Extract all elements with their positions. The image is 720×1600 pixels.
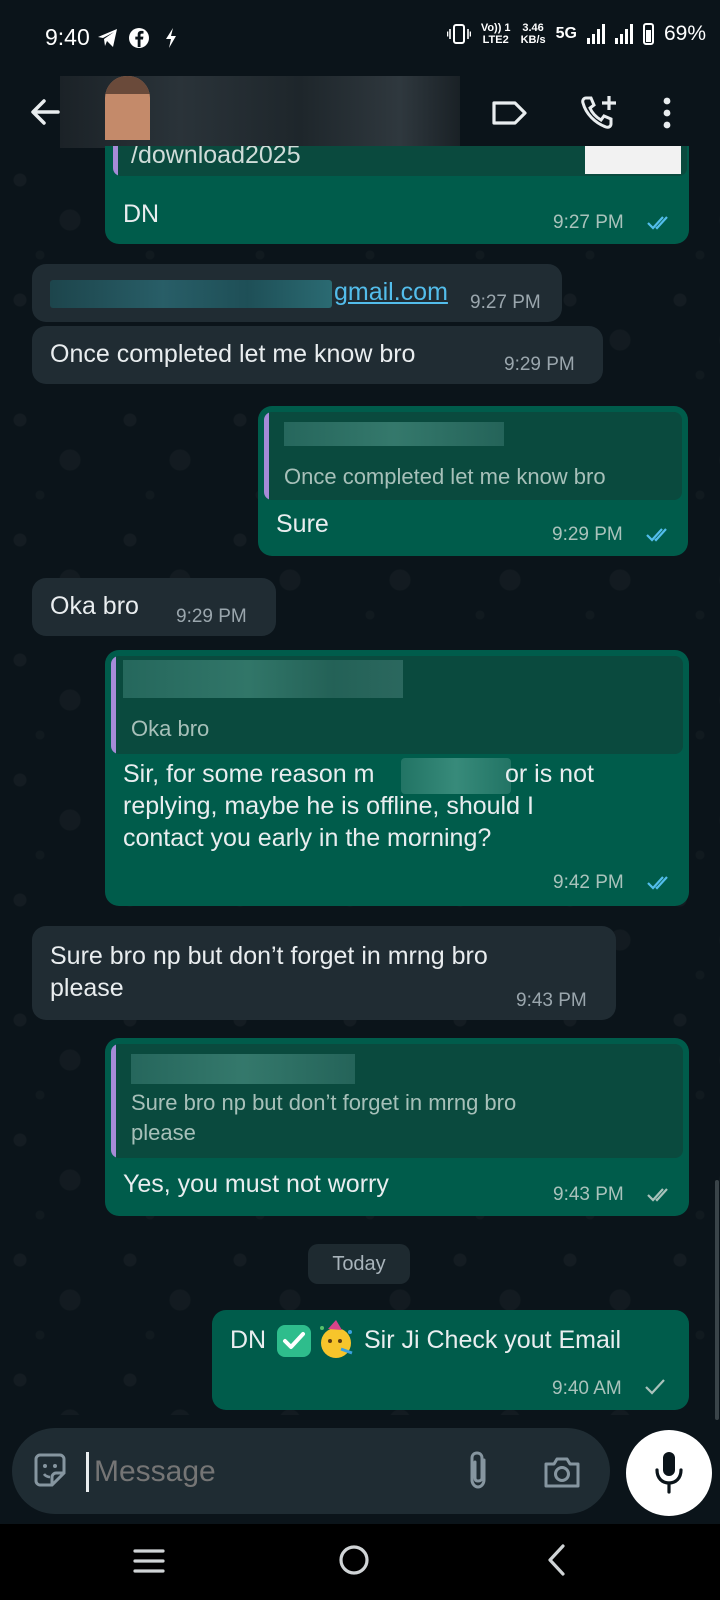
system-navigation-bar bbox=[0, 1524, 720, 1600]
message-text: Sir Ji Check yout Email bbox=[364, 1326, 622, 1354]
signal-2-icon bbox=[614, 24, 633, 44]
message-composer bbox=[12, 1428, 610, 1514]
message-bubble-outgoing[interactable]: Sure bro np but don’t forget in mrng bro… bbox=[105, 1038, 689, 1216]
text-cursor bbox=[86, 1452, 89, 1492]
network-type: 5G bbox=[555, 25, 577, 42]
message-bubble-incoming[interactable]: gmail.com 9:27 PM bbox=[32, 264, 562, 322]
message-text: DN bbox=[123, 200, 160, 228]
add-call-icon[interactable] bbox=[578, 92, 620, 134]
message-text-prefix: DN bbox=[230, 1326, 267, 1354]
facebook-icon bbox=[129, 28, 149, 48]
delivered-ticks-icon bbox=[647, 1188, 668, 1202]
status-bar: 9:40 Vo)) 1 LTE2 3.46 KB/s 5G 69% bbox=[0, 0, 720, 76]
read-ticks-icon bbox=[647, 876, 668, 890]
more-vertical-icon[interactable] bbox=[657, 92, 677, 134]
redacted-quote-sender bbox=[131, 1054, 355, 1084]
quoted-message: Oka bro bbox=[111, 656, 683, 754]
quoted-message: Sure bro np but don’t forget in mrng bro… bbox=[111, 1044, 683, 1158]
network-speed: 3.46 KB/s bbox=[520, 22, 546, 46]
message-time: 9:29 PM bbox=[504, 354, 575, 375]
message-time: 9:43 PM bbox=[553, 1184, 624, 1205]
message-time: 9:42 PM bbox=[553, 872, 624, 893]
volte-indicator: Vo)) 1 LTE2 bbox=[480, 22, 511, 46]
quoted-message: Once completed let me know bro bbox=[264, 412, 682, 500]
quoted-text: Oka bro bbox=[131, 716, 210, 741]
quoted-text-line-2: please bbox=[131, 1120, 196, 1145]
message-text: Once completed let me know bro bbox=[50, 340, 416, 368]
sent-tick-icon bbox=[645, 1379, 665, 1395]
message-time: 9:43 PM bbox=[516, 990, 587, 1011]
quoted-link-preview: /download2025 bbox=[113, 146, 687, 176]
redacted-quote-sender bbox=[284, 422, 504, 446]
message-text-line-1b: or is not bbox=[505, 760, 594, 788]
message-text: Sure bbox=[276, 510, 329, 538]
check-mark-emoji-icon bbox=[277, 1325, 311, 1357]
quoted-text: Once completed let me know bro bbox=[284, 464, 606, 489]
message-bubble-outgoing[interactable]: /download2025 DN 9:27 PM bbox=[105, 146, 689, 244]
bolt-icon bbox=[166, 28, 176, 48]
message-text-line-1: Sure bro np but don’t forget in mrng bro bbox=[50, 942, 488, 970]
message-bubble-incoming[interactable]: Sure bro np but don’t forget in mrng bro… bbox=[32, 926, 616, 1020]
vibrate-icon bbox=[446, 24, 471, 44]
quoted-text-line-1: Sure bro np but don’t forget in mrng bro bbox=[131, 1090, 517, 1115]
message-text-line-3: contact you early in the morning? bbox=[123, 824, 492, 852]
redacted-word bbox=[401, 758, 511, 794]
recent-apps-icon[interactable] bbox=[132, 1546, 166, 1576]
link-preview-text: /download2025 bbox=[131, 146, 301, 169]
contact-avatar[interactable] bbox=[105, 76, 150, 140]
home-icon[interactable] bbox=[336, 1542, 372, 1578]
telegram-icon bbox=[98, 29, 117, 47]
message-time: 9:29 PM bbox=[176, 606, 247, 627]
signal-icon bbox=[586, 24, 605, 44]
message-bubble-incoming[interactable]: Oka bro 9:29 PM bbox=[32, 578, 276, 636]
message-time: 9:29 PM bbox=[552, 524, 623, 545]
message-bubble-incoming[interactable]: Once completed let me know bro 9:29 PM bbox=[32, 326, 603, 384]
status-right-group: Vo)) 1 LTE2 3.46 KB/s 5G 69% bbox=[446, 22, 706, 46]
message-time: 9:27 PM bbox=[470, 292, 541, 313]
label-icon[interactable] bbox=[489, 92, 531, 134]
message-input[interactable] bbox=[92, 1446, 456, 1498]
status-time: 9:40 bbox=[45, 24, 90, 50]
link-thumbnail bbox=[585, 146, 681, 174]
sticker-icon[interactable] bbox=[30, 1451, 70, 1491]
message-bubble-outgoing[interactable]: Oka bro Sir, for some reason m or is not… bbox=[105, 650, 689, 906]
email-link[interactable]: gmail.com bbox=[334, 276, 448, 308]
message-text: Oka bro bbox=[50, 592, 139, 620]
message-time: 9:27 PM bbox=[553, 212, 624, 233]
redacted-quote-sender bbox=[123, 660, 403, 698]
read-ticks-icon bbox=[646, 528, 667, 542]
date-divider: Today bbox=[308, 1244, 410, 1284]
message-bubble-outgoing[interactable]: DN Sir Ji Check yout Email 9:40 AM bbox=[212, 1310, 689, 1410]
microphone-icon bbox=[655, 1452, 683, 1494]
message-text-line-1a: Sir, for some reason m bbox=[123, 760, 375, 788]
message-text-line-2: please bbox=[50, 974, 124, 1002]
camera-icon[interactable] bbox=[542, 1454, 582, 1490]
attach-icon[interactable] bbox=[464, 1450, 494, 1492]
message-text-line-2: replying, maybe he is offline, should I bbox=[123, 792, 534, 820]
scrollbar[interactable] bbox=[715, 1180, 719, 1420]
redacted-email-prefix bbox=[50, 280, 332, 308]
party-face-emoji-icon bbox=[320, 1320, 353, 1358]
message-text: Yes, you must not worry bbox=[123, 1170, 389, 1198]
battery-percent: 69% bbox=[663, 22, 706, 45]
read-ticks-icon bbox=[647, 216, 668, 230]
message-bubble-outgoing[interactable]: Once completed let me know bro Sure 9:29… bbox=[258, 406, 688, 556]
battery-icon bbox=[642, 23, 654, 45]
voice-message-button[interactable] bbox=[626, 1430, 712, 1516]
system-back-icon[interactable] bbox=[544, 1542, 570, 1578]
message-time: 9:40 AM bbox=[552, 1378, 622, 1399]
